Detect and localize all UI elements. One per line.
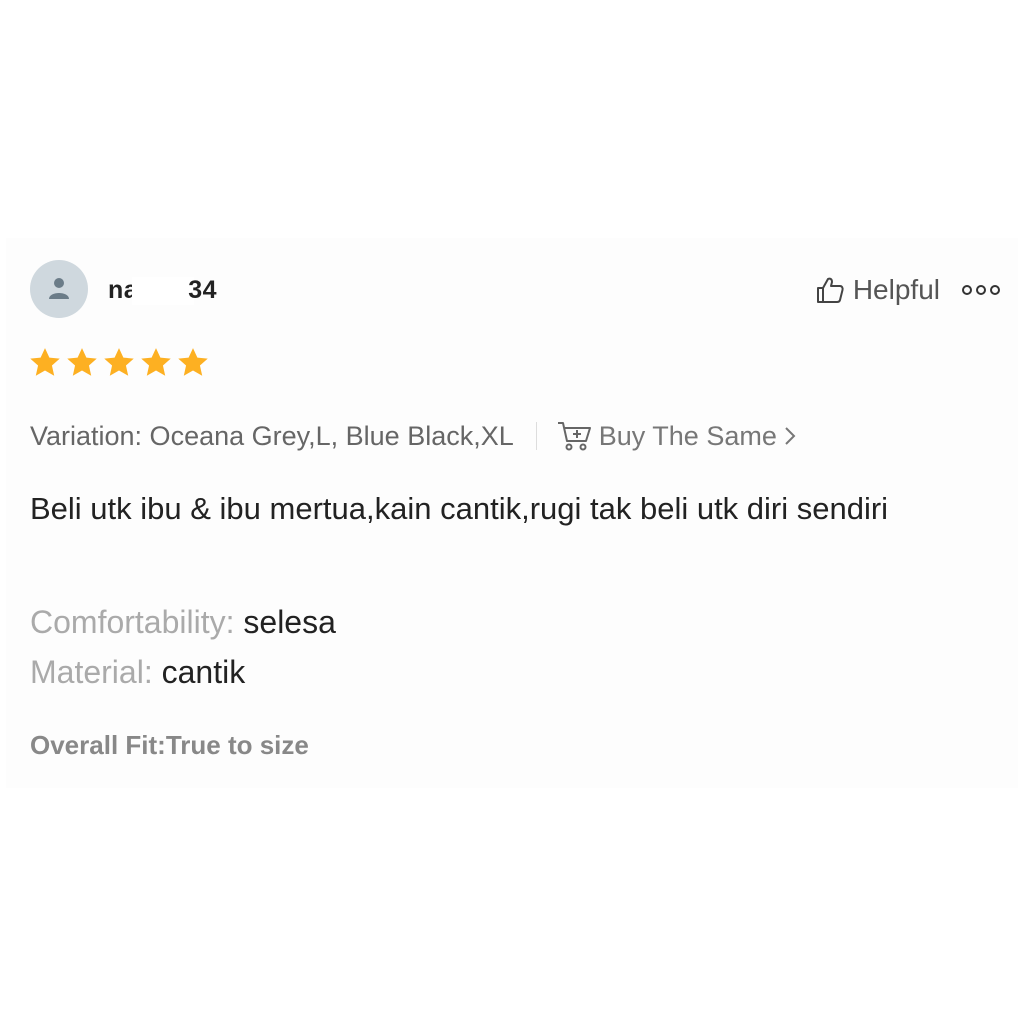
review-comment: Beli utk ibu & ibu mertua,kain cantik,ru… bbox=[30, 491, 889, 526]
attribute-comfortability: Comfortability: selesa bbox=[30, 602, 336, 642]
star-icon bbox=[104, 348, 134, 376]
buy-the-same-button[interactable]: Buy The Same bbox=[557, 420, 797, 452]
username-redaction bbox=[132, 277, 195, 306]
star-icon bbox=[141, 348, 171, 376]
review-card: na 34 Helpful Variation: Oceana Grey,L, B… bbox=[6, 238, 1018, 788]
helpful-button[interactable]: Helpful bbox=[815, 273, 940, 307]
variation-row: Variation: Oceana Grey,L, Blue Black,XL … bbox=[30, 418, 797, 454]
username-end: 34 bbox=[188, 276, 217, 304]
review-header: na 34 Helpful bbox=[30, 260, 1000, 320]
more-options-icon[interactable] bbox=[962, 282, 1000, 298]
helpful-label: Helpful bbox=[852, 274, 940, 305]
buy-the-same-label: Buy The Same bbox=[598, 420, 777, 451]
chevron-right-icon bbox=[785, 427, 796, 445]
variation-text: Variation: Oceana Grey,L, Blue Black,XL bbox=[30, 420, 514, 451]
page: na 34 Helpful Variation: Oceana Grey,L, B… bbox=[0, 0, 1024, 1024]
star-icon bbox=[178, 348, 208, 376]
overall-fit: Overall Fit:True to size bbox=[30, 730, 309, 760]
cart-add-icon bbox=[557, 422, 591, 451]
person-icon bbox=[49, 278, 69, 299]
divider bbox=[535, 422, 537, 450]
attribute-material: Material: cantik bbox=[30, 652, 245, 692]
attribute-value: cantik bbox=[161, 654, 246, 690]
username[interactable]: na 34 bbox=[108, 276, 217, 306]
star-icon bbox=[67, 348, 97, 376]
thumbs-up-icon bbox=[816, 277, 844, 303]
attribute-value: selesa bbox=[243, 604, 336, 640]
star-rating bbox=[28, 346, 210, 380]
star-icon bbox=[30, 348, 60, 376]
avatar[interactable] bbox=[30, 260, 88, 318]
attribute-label: Material: bbox=[30, 654, 153, 690]
attribute-label: Comfortability: bbox=[30, 604, 235, 640]
